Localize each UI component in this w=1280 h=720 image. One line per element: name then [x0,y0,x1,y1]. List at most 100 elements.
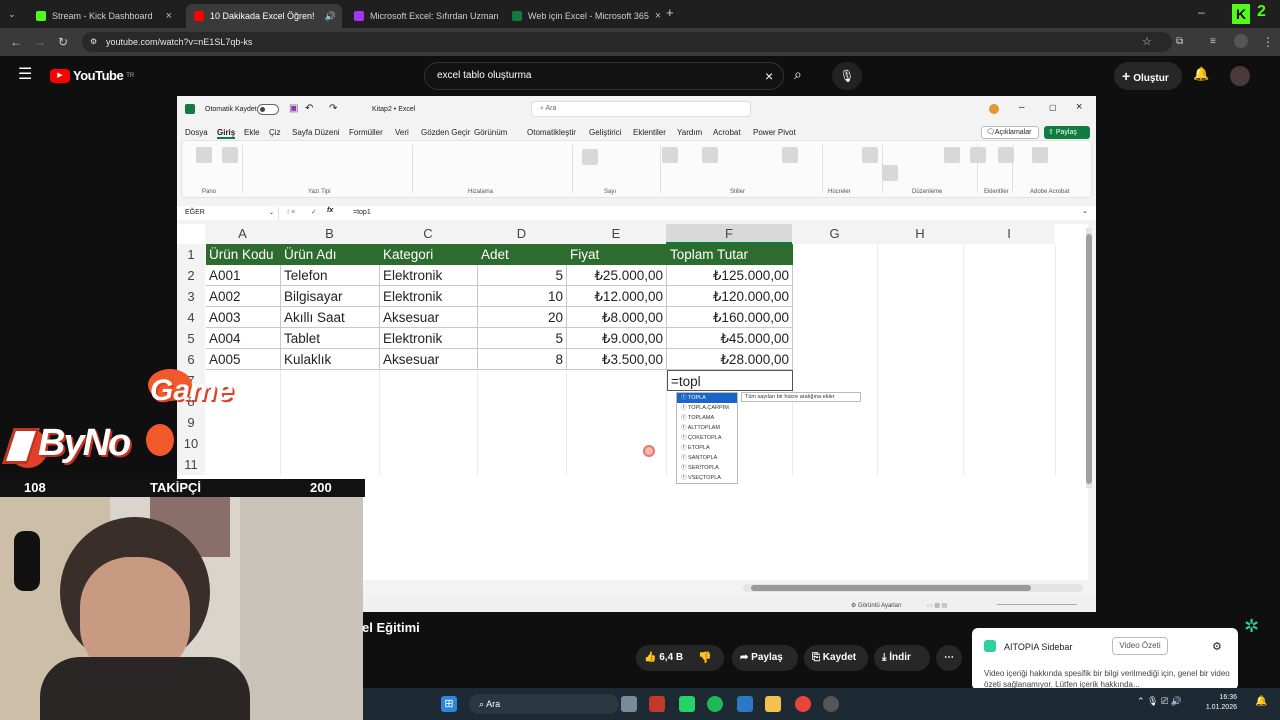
menu-item-0[interactable]: Dosya [185,128,208,137]
table-cell[interactable]: Bilgisayar [281,286,380,307]
table-cell[interactable]: ₺3.500,00 [567,349,667,370]
table-header-cell[interactable]: Kategori [380,244,478,265]
table-cell[interactable]: ₺28.000,00 [667,349,793,370]
tray-icons[interactable]: ⌃ 🎙 ⎚ 🔊 [1137,696,1182,707]
ribbon-command-icon[interactable] [1032,147,1048,163]
mail-icon[interactable] [737,696,753,712]
confirm-entry-icon[interactable]: ✓ [311,208,317,216]
chevron-down-icon[interactable]: ⌄ [269,207,274,219]
ribbon-command-icon[interactable] [882,165,898,181]
video-summary-button[interactable]: Video Özeti [1112,637,1168,655]
autocomplete-item[interactable]: ⓕ VSEÇTOPLA [677,473,737,483]
table-cell[interactable]: A003 [206,307,281,328]
table-cell[interactable]: ₺125.000,00 [667,265,793,286]
aitopia-logo-icon[interactable]: ✲ [1244,616,1259,637]
thumbs-down-icon[interactable]: 👎 [698,645,712,671]
audio-playing-icon[interactable]: 🔊 [325,11,336,22]
row-header-4[interactable]: 4 [177,307,205,328]
microphone-icon[interactable]: 🎙 [832,62,862,90]
back-icon[interactable]: ← [10,34,22,50]
user-avatar[interactable] [1230,66,1250,86]
table-cell[interactable]: 20 [478,307,567,328]
table-cell[interactable]: Aksesuar [380,307,478,328]
scrollbar-thumb[interactable] [751,585,1031,591]
menu-item-4[interactable]: Sayfa Düzeni [292,128,340,137]
expand-formula-icon[interactable]: ⌄ [1082,207,1088,215]
taskbar-search[interactable]: ⌕ Ara [469,694,619,714]
table-cell[interactable]: ₺8.000,00 [567,307,667,328]
vertical-scrollbar[interactable] [1086,228,1092,488]
table-cell[interactable]: A001 [206,265,281,286]
youtube-logo[interactable]: ▶ YouTube TR [50,68,134,83]
menu-item-14[interactable]: Power Pivot [753,128,796,137]
chrome-icon[interactable] [795,696,811,712]
menu-item-9[interactable]: Otomatikleştir [527,128,576,137]
cancel-entry-icon[interactable]: ⁝ × [287,208,295,216]
table-cell[interactable]: Elektronik [380,286,478,307]
table-cell[interactable]: ₺45.000,00 [667,328,793,349]
active-cell-editor[interactable]: =topl [667,370,793,391]
insert-function-icon[interactable]: fx [327,207,333,214]
menu-item-10[interactable]: Geliştirici [589,128,621,137]
table-cell[interactable]: 8 [478,349,567,370]
autocomplete-item[interactable]: ⓕ TOPLA [677,393,737,403]
undo-icon[interactable]: ↶ [305,103,313,114]
table-header-cell[interactable]: Adet [478,244,567,265]
row-header-5[interactable]: 5 [177,328,205,349]
autocomplete-item[interactable]: ⓕ TOPLA.ÇARPIM [677,403,737,413]
table-cell[interactable]: ₺12.000,00 [567,286,667,307]
menu-item-12[interactable]: Yardım [677,128,702,137]
autocomplete-item[interactable]: ⓕ TOPLAMA [677,413,737,423]
settings-gear-icon[interactable]: ⚙ [1212,640,1222,653]
reading-list-icon[interactable]: ≡ [1210,34,1216,50]
menu-item-2[interactable]: Ekle [244,128,260,137]
excel-share-button[interactable]: ⇪ Paylaş [1044,126,1090,139]
row-header-1[interactable]: 1 [177,244,205,265]
menu-item-11[interactable]: Eklentiler [633,128,666,137]
zoom-slider[interactable] [997,604,1077,605]
ribbon-command-icon[interactable] [998,147,1014,163]
table-cell[interactable]: ₺120.000,00 [667,286,793,307]
url-bar[interactable]: ⚙ youtube.com/watch?v=nE1SL7qb-ks [82,32,1172,52]
table-cell[interactable]: 5 [478,265,567,286]
notifications-bell-icon[interactable]: 🔔 [1193,66,1209,82]
tab-kick-dashboard[interactable]: Stream - Kick Dashboard × [28,4,180,28]
extensions-icon[interactable]: ⧉ [1176,34,1183,50]
page-view-icons[interactable]: ▭ ▦ ▤ [927,602,947,609]
new-tab-icon[interactable]: + [666,5,674,21]
table-header-cell[interactable]: Toplam Tutar [667,244,793,265]
maximize-icon[interactable]: ▢ [1049,103,1057,112]
save-button[interactable]: ⎘ Kaydet [804,645,868,671]
view-settings[interactable]: ⚙ Görüntü Ayarları [851,602,902,609]
notification-center-icon[interactable]: 🔔 [1255,696,1267,707]
minimize-icon[interactable]: – [1019,102,1025,113]
ribbon-command-icon[interactable] [970,147,986,163]
menu-item-3[interactable]: Çiz [269,128,281,137]
table-cell[interactable]: Telefon [281,265,380,286]
autosave-toggle[interactable] [257,104,279,115]
share-button[interactable]: ➦ Paylaş [732,645,798,671]
table-header-cell[interactable]: Ürün Adı [281,244,380,265]
ribbon-command-icon[interactable] [782,147,798,163]
redo-icon[interactable]: ↷ [329,103,337,114]
taskbar-clock[interactable]: 16:36 1.01.2026 [1197,693,1237,713]
menu-item-13[interactable]: Acrobat [713,128,741,137]
table-cell[interactable]: A004 [206,328,281,349]
table-cell[interactable]: 10 [478,286,567,307]
app-icon[interactable] [649,696,665,712]
close-icon[interactable]: × [1076,101,1082,113]
formula-input[interactable]: =top1 [353,209,371,216]
menu-item-8[interactable]: Görünüm [474,128,507,137]
row-header-2[interactable]: 2 [177,265,205,286]
column-header-G[interactable]: G [792,224,877,244]
file-explorer-icon[interactable] [765,696,781,712]
autocomplete-item[interactable]: ⓕ SANTOPLA [677,453,737,463]
ribbon-command-icon[interactable] [862,147,878,163]
forward-icon[interactable]: → [34,34,46,50]
tab-list-icon[interactable]: ⌄ [8,6,16,22]
table-cell[interactable]: Tablet [281,328,380,349]
tab-excel-web[interactable]: Web için Excel - Microsoft 365 × [504,4,660,28]
close-icon[interactable]: × [166,10,172,22]
row-header-3[interactable]: 3 [177,286,205,307]
ribbon-command-icon[interactable] [702,147,718,163]
